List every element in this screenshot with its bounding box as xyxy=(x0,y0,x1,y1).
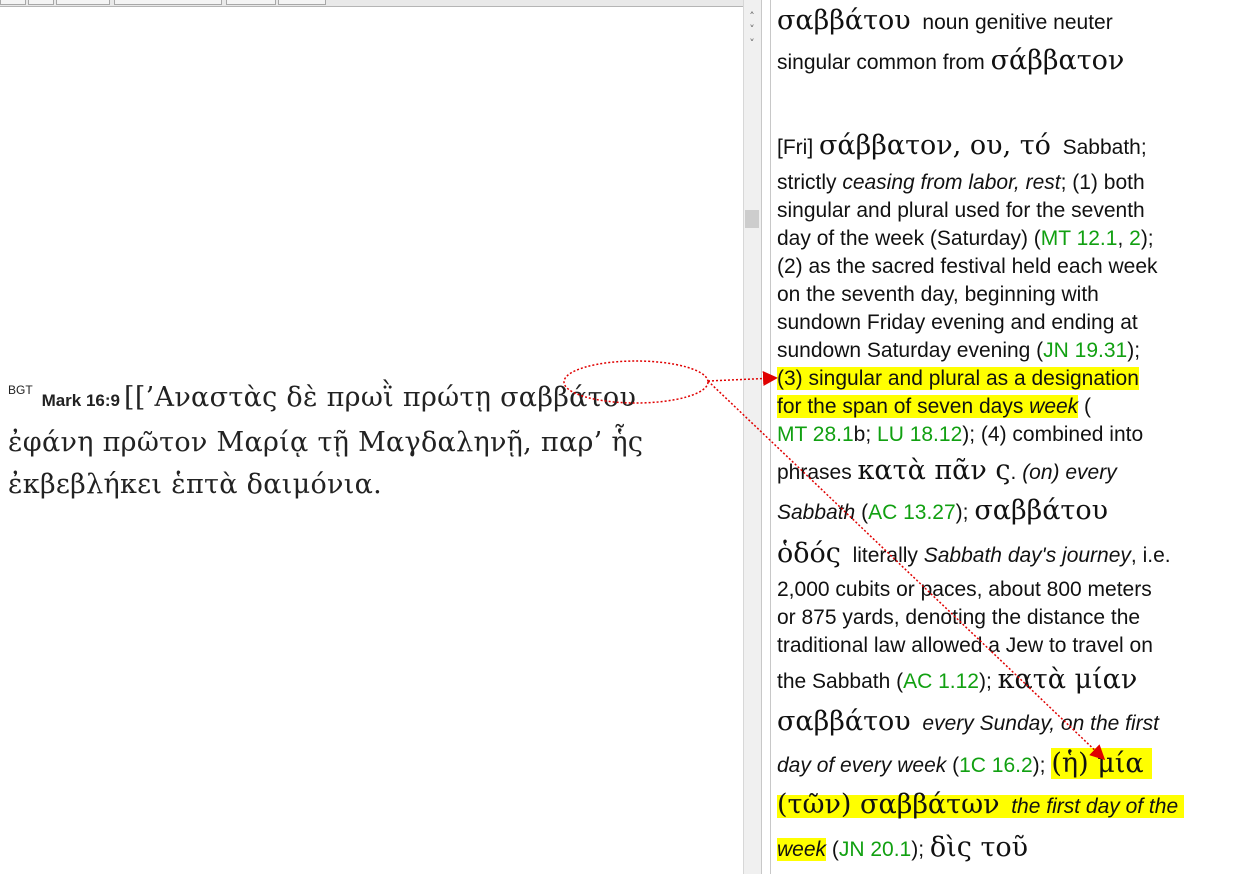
greek-phrase: ὁδός xyxy=(777,538,841,569)
toolbar-button[interactable] xyxy=(28,0,54,5)
parsed-word: σαββάτου xyxy=(777,5,911,36)
headword: σάββατον xyxy=(819,130,953,161)
entry-line: or 875 yards, denoting the distance the xyxy=(777,606,1141,629)
scripture-link[interactable]: JN 19.31 xyxy=(1043,339,1127,362)
entry-line: 2,000 cubits or paces, about 800 meters xyxy=(777,578,1152,601)
scripture-link[interactable]: AC 1.12 xyxy=(903,670,979,693)
entry-line: strictly ceasing from labor, rest; (1) b… xyxy=(777,171,1145,194)
lexicon-source: [Fri] xyxy=(777,136,814,159)
highlighted-greek: (ἡ) μία xyxy=(1051,748,1153,779)
entry-line: (2) as the sacred festival held each wee… xyxy=(777,255,1158,278)
entry-line: traditional law allowed a Jew to travel … xyxy=(777,634,1153,657)
greek-phrase: σαββάτου xyxy=(777,706,911,737)
scroll-down-arrow-icon[interactable]: ˅ xyxy=(746,38,758,49)
entry-line: phrases κατὰ πᾶν ς. (on) every xyxy=(777,455,1117,486)
verse-text-start: [[’Αναστὰς δὲ πρωῒ πρώτῃ xyxy=(124,382,501,413)
entry-line: ὁδός literally Sabbath day's journey, i.… xyxy=(777,538,1171,569)
analysis-pane[interactable]: σαββάτου noun genitive neuter singular c… xyxy=(770,0,1238,874)
entry-line: week (JN 20.1); δὶς τοῦ xyxy=(777,832,1029,863)
entry-line: sundown Saturday evening (JN 19.31); xyxy=(777,339,1141,362)
toolbar-button[interactable] xyxy=(226,0,276,5)
scrollbar-thumb[interactable] xyxy=(745,210,759,228)
text-pane[interactable]: BGT Mark 16:9 [[’Αναστὰς δὲ πρωῒ πρώτῃ σα… xyxy=(0,7,743,874)
parse-description: noun genitive neuter xyxy=(922,11,1113,34)
entry-line: day of the week (Saturday) (MT 12.1, 2); xyxy=(777,227,1154,250)
entry-line: MT 28.1b; LU 18.12); (4) combined into xyxy=(777,423,1144,446)
highlighted-text: (3) singular and plural as a designation xyxy=(777,367,1139,390)
verse-line: ἐκβεβλήκει ἑπτὰ δαιμόνια. xyxy=(8,469,383,500)
parse-line-1: σαββάτου noun genitive neuter xyxy=(777,5,1113,36)
toolbar-button[interactable] xyxy=(56,0,110,5)
entry-line: σαββάτου every Sunday, on the first xyxy=(777,706,1159,737)
scripture-link[interactable]: JN 20.1 xyxy=(839,838,911,861)
entry-line-highlighted: (τῶν) σαββάτων the first day of the xyxy=(777,789,1184,820)
entry-line: day of every week (1C 16.2); (ἡ) μία xyxy=(777,748,1153,779)
version-label: BGT xyxy=(8,383,33,397)
scripture-link[interactable]: LU 18.12 xyxy=(877,423,962,446)
entry-line: [Fri] σάββατον, ου, τό Sabbath; xyxy=(777,130,1147,161)
scroll-down-arrow-icon[interactable]: ˅ xyxy=(746,24,758,35)
toolbar-button[interactable] xyxy=(0,0,26,5)
entry-line: Sabbath (AC 13.27); σαββάτου xyxy=(777,495,1109,526)
verse-line: ἐφάνη πρῶτον Μαρίᾳ τῇ Μαγδαληνῇ, παρ’ ἧς xyxy=(8,427,644,458)
entry-line: on the seventh day, beginning with xyxy=(777,283,1099,306)
highlighted-text: week xyxy=(777,838,827,861)
lemma-link[interactable]: σάββατον xyxy=(991,45,1125,76)
toolbar-button[interactable] xyxy=(114,0,222,5)
entry-line-highlighted: for the span of seven days week ( xyxy=(777,395,1092,418)
entry-line-highlighted: (3) singular and plural as a designation xyxy=(777,367,1139,391)
highlighted-text: for the span of seven days week xyxy=(777,395,1079,418)
greek-phrase: σαββάτου xyxy=(974,495,1109,526)
selected-word[interactable]: σαββάτου xyxy=(500,382,636,413)
scripture-link[interactable]: 2 xyxy=(1129,227,1141,250)
entry-line: the Sabbath (AC 1.12); κατὰ μίαν xyxy=(777,664,1138,695)
greek-phrase: δὶς τοῦ xyxy=(929,832,1029,863)
entry-line: sundown Friday evening and ending at xyxy=(777,311,1138,334)
scroll-up-arrow-icon[interactable]: ˄ xyxy=(746,11,758,22)
greek-phrase: κατὰ πᾶν ς xyxy=(857,455,1011,486)
toolbar xyxy=(0,0,743,7)
parse-line-2: singular common from σάββατον xyxy=(777,45,1125,76)
text-pane-scrollbar[interactable]: ˄ ˅ ˅ xyxy=(743,0,761,874)
toolbar-button[interactable] xyxy=(278,0,326,5)
entry-line: singular and plural used for the seventh xyxy=(777,199,1145,222)
scripture-link[interactable]: MT 28.1 xyxy=(777,423,854,446)
scripture-link[interactable]: MT 12.1 xyxy=(1041,227,1118,250)
scripture-link[interactable]: 1C 16.2 xyxy=(959,754,1033,777)
highlighted-text: (τῶν) σαββάτων the first day of the xyxy=(777,789,1184,820)
scripture-link[interactable]: AC 13.27 xyxy=(868,501,956,524)
verse-reference[interactable]: Mark 16:9 xyxy=(42,391,120,410)
verse-text[interactable]: BGT Mark 16:9 [[’Αναστὰς δὲ πρωῒ πρώτῃ σα… xyxy=(8,371,738,506)
greek-phrase: κατὰ μίαν xyxy=(997,664,1138,695)
